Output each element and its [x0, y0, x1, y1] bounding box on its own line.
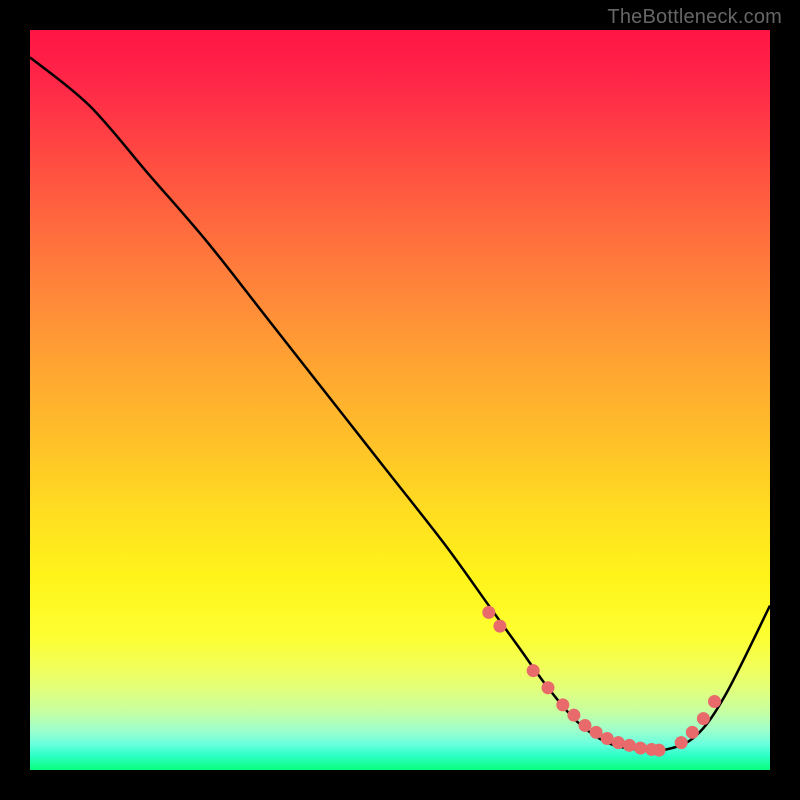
- marker-dot: [675, 736, 688, 749]
- marker-dot: [697, 712, 710, 725]
- marker-dot: [708, 695, 721, 708]
- chart-svg: [30, 30, 770, 770]
- plot-area: [30, 30, 770, 770]
- watermark-text: TheBottleneck.com: [607, 6, 782, 29]
- curve-path: [30, 57, 770, 750]
- marker-dot: [527, 664, 540, 677]
- marker-dot: [686, 726, 699, 739]
- marker-dot: [590, 726, 603, 739]
- marker-dot: [493, 620, 506, 633]
- marker-dot: [601, 732, 614, 745]
- marker-dot: [556, 698, 569, 711]
- marker-dot: [653, 744, 666, 757]
- marker-dot: [634, 742, 647, 755]
- marker-dot: [612, 736, 625, 749]
- marker-group: [482, 606, 721, 757]
- marker-dot: [567, 709, 580, 722]
- marker-dot: [542, 681, 555, 694]
- marker-dot: [623, 739, 636, 752]
- marker-dot: [482, 606, 495, 619]
- marker-dot: [579, 719, 592, 732]
